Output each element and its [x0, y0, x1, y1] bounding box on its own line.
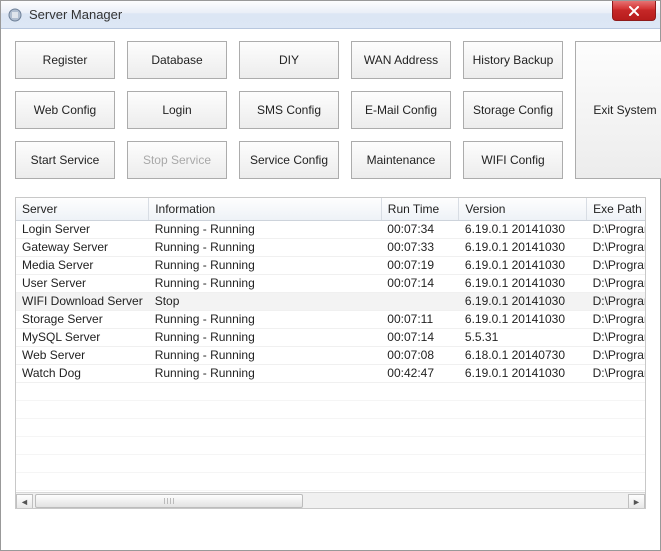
cell-server: Storage Server — [16, 310, 149, 328]
stop-service-button[interactable]: Stop Service — [127, 141, 227, 179]
server-table-container: Server Information Run Time Version Exe … — [15, 197, 646, 509]
service-config-button[interactable]: Service Config — [239, 141, 339, 179]
cell-version: 5.5.31 — [459, 328, 587, 346]
web-config-button[interactable]: Web Config — [15, 91, 115, 129]
titlebar: Server Manager — [1, 1, 660, 29]
scroll-track[interactable] — [33, 494, 628, 510]
register-button[interactable]: Register — [15, 41, 115, 79]
table-scroll[interactable]: Server Information Run Time Version Exe … — [16, 198, 645, 492]
cell-exe: D:\Program — [587, 346, 645, 364]
cell-exe: D:\Program — [587, 274, 645, 292]
cell-info: Running - Running — [149, 364, 382, 382]
header-information[interactable]: Information — [149, 198, 382, 220]
sms-config-button[interactable]: SMS Config — [239, 91, 339, 129]
cell-runtime — [381, 292, 459, 310]
cell-runtime: 00:07:34 — [381, 220, 459, 238]
login-button[interactable]: Login — [127, 91, 227, 129]
cell-server: Watch Dog — [16, 364, 149, 382]
history-backup-button[interactable]: History Backup — [463, 41, 563, 79]
server-table: Server Information Run Time Version Exe … — [16, 198, 645, 491]
cell-version: 6.19.0.1 20141030 — [459, 274, 587, 292]
exit-system-button[interactable]: Exit System — [575, 41, 661, 179]
cell-info: Stop — [149, 292, 382, 310]
scroll-left-arrow[interactable]: ◄ — [16, 494, 33, 510]
storage-config-button[interactable]: Storage Config — [463, 91, 563, 129]
table-row[interactable]: WIFI Download ServerStop 6.19.0.1 2014103… — [16, 292, 645, 310]
maintenance-button[interactable]: Maintenance — [351, 141, 451, 179]
cell-info: Running - Running — [149, 310, 382, 328]
empty-row — [16, 418, 645, 436]
close-icon — [628, 6, 640, 16]
button-grid: Register Database DIY WAN Address Histor… — [15, 41, 646, 179]
cell-version: 6.19.0.1 20141030 — [459, 292, 587, 310]
table-row[interactable]: Gateway ServerRunning - Running00:07:336… — [16, 238, 645, 256]
cell-runtime: 00:42:47 — [381, 364, 459, 382]
cell-info: Running - Running — [149, 256, 382, 274]
cell-exe: D:\Program — [587, 256, 645, 274]
diy-button[interactable]: DIY — [239, 41, 339, 79]
table-row[interactable]: Storage ServerRunning - Running00:07:116… — [16, 310, 645, 328]
email-config-button[interactable]: E-Mail Config — [351, 91, 451, 129]
cell-server: User Server — [16, 274, 149, 292]
wan-address-button[interactable]: WAN Address — [351, 41, 451, 79]
cell-runtime: 00:07:33 — [381, 238, 459, 256]
table-header-row: Server Information Run Time Version Exe … — [16, 198, 645, 220]
cell-exe: D:\Program — [587, 364, 645, 382]
cell-exe: D:\Program — [587, 310, 645, 328]
empty-row — [16, 472, 645, 490]
cell-exe: D:\Program — [587, 238, 645, 256]
table-row[interactable]: User ServerRunning - Running00:07:146.19… — [16, 274, 645, 292]
cell-runtime: 00:07:08 — [381, 346, 459, 364]
cell-server: MySQL Server — [16, 328, 149, 346]
cell-runtime: 00:07:14 — [381, 328, 459, 346]
cell-info: Running - Running — [149, 238, 382, 256]
database-button[interactable]: Database — [127, 41, 227, 79]
table-row[interactable]: Watch DogRunning - Running00:42:476.19.0… — [16, 364, 645, 382]
cell-runtime: 00:07:19 — [381, 256, 459, 274]
empty-row — [16, 436, 645, 454]
table-row[interactable]: Media ServerRunning - Running00:07:196.1… — [16, 256, 645, 274]
cell-exe: D:\Program — [587, 328, 645, 346]
cell-exe: D:\Program — [587, 220, 645, 238]
cell-info: Running - Running — [149, 328, 382, 346]
table-row[interactable]: Web ServerRunning - Running00:07:086.18.… — [16, 346, 645, 364]
header-runtime[interactable]: Run Time — [381, 198, 459, 220]
cell-server: WIFI Download Server — [16, 292, 149, 310]
cell-info: Running - Running — [149, 346, 382, 364]
empty-row — [16, 400, 645, 418]
cell-version: 6.19.0.1 20141030 — [459, 310, 587, 328]
close-button[interactable] — [612, 1, 656, 21]
wifi-config-button[interactable]: WIFI Config — [463, 141, 563, 179]
scroll-thumb[interactable] — [35, 494, 303, 508]
header-server[interactable]: Server — [16, 198, 149, 220]
cell-runtime: 00:07:11 — [381, 310, 459, 328]
cell-info: Running - Running — [149, 274, 382, 292]
window-title: Server Manager — [29, 7, 122, 22]
cell-version: 6.18.0.1 20140730 — [459, 346, 587, 364]
cell-server: Web Server — [16, 346, 149, 364]
start-service-button[interactable]: Start Service — [15, 141, 115, 179]
horizontal-scrollbar[interactable]: ◄ ► — [16, 492, 645, 509]
table-row[interactable]: Login ServerRunning - Running00:07:346.1… — [16, 220, 645, 238]
header-version[interactable]: Version — [459, 198, 587, 220]
cell-version: 6.19.0.1 20141030 — [459, 220, 587, 238]
cell-info: Running - Running — [149, 220, 382, 238]
cell-version: 6.19.0.1 20141030 — [459, 364, 587, 382]
app-icon — [7, 7, 23, 23]
header-exe-path[interactable]: Exe Path — [587, 198, 645, 220]
scroll-right-arrow[interactable]: ► — [628, 494, 645, 510]
cell-exe: D:\Program — [587, 292, 645, 310]
cell-server: Gateway Server — [16, 238, 149, 256]
cell-version: 6.19.0.1 20141030 — [459, 256, 587, 274]
empty-row — [16, 382, 645, 400]
cell-server: Login Server — [16, 220, 149, 238]
cell-server: Media Server — [16, 256, 149, 274]
content-area: Register Database DIY WAN Address Histor… — [1, 29, 660, 519]
cell-version: 6.19.0.1 20141030 — [459, 238, 587, 256]
empty-row — [16, 454, 645, 472]
cell-runtime: 00:07:14 — [381, 274, 459, 292]
table-row[interactable]: MySQL ServerRunning - Running00:07:145.5… — [16, 328, 645, 346]
